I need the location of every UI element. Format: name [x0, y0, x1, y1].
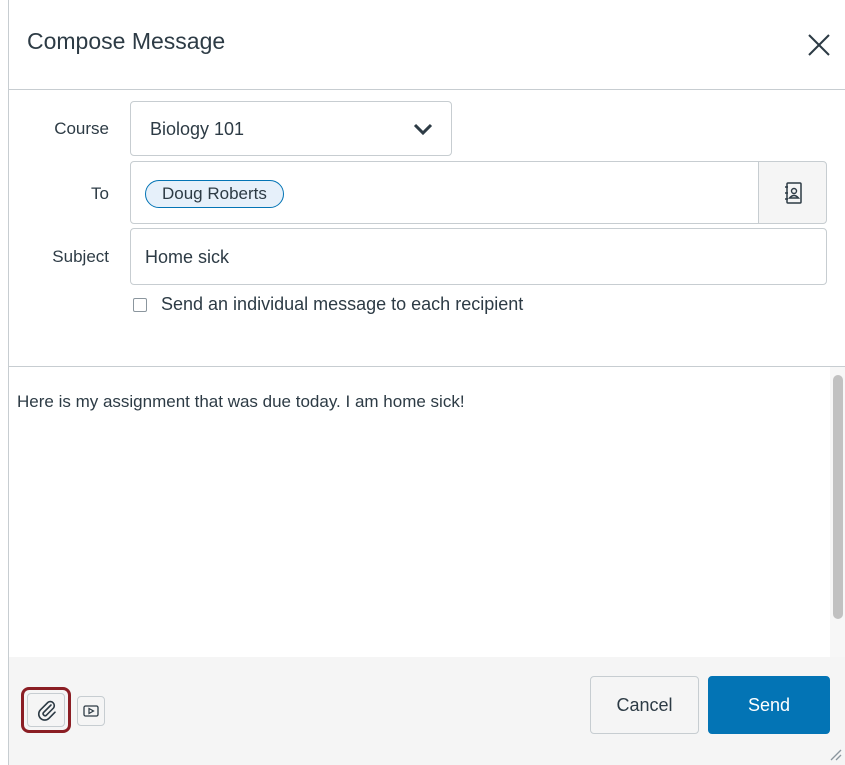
address-book-icon	[785, 182, 802, 204]
attach-file-button-inner[interactable]	[27, 693, 65, 727]
media-button[interactable]	[77, 696, 105, 726]
address-book-button[interactable]	[758, 161, 827, 224]
course-select[interactable]: Biology 101	[130, 101, 452, 156]
dialog-header: Compose Message	[9, 0, 845, 90]
paperclip-icon	[38, 700, 56, 721]
cancel-button[interactable]: Cancel	[590, 676, 699, 734]
subject-input[interactable]: Home sick	[130, 228, 827, 285]
recipient-token[interactable]: Doug Roberts	[145, 180, 284, 208]
message-body-text[interactable]: Here is my assignment that was due today…	[17, 392, 465, 412]
subject-label: Subject	[52, 247, 109, 266]
chevron-down-icon	[413, 123, 433, 136]
dialog-title: Compose Message	[27, 28, 226, 54]
individual-message-label[interactable]: Send an individual message to each recip…	[161, 294, 523, 315]
scrollbar-thumb[interactable]	[833, 375, 843, 619]
message-body-area[interactable]: Here is my assignment that was due today…	[9, 366, 845, 658]
attach-file-button[interactable]	[21, 687, 71, 733]
send-button[interactable]: Send	[708, 676, 830, 734]
media-icon	[83, 705, 99, 717]
course-select-value: Biology 101	[150, 119, 245, 139]
to-label: To	[91, 184, 109, 203]
subject-value: Home sick	[145, 247, 230, 267]
compose-message-dialog: Compose Message Course Biology 101 To Do…	[8, 0, 845, 765]
recipients-input[interactable]: Doug Roberts	[130, 161, 759, 224]
course-label: Course	[54, 119, 109, 138]
dialog-footer: Cancel Send	[9, 657, 845, 765]
resize-handle-icon[interactable]	[828, 747, 842, 761]
individual-message-checkbox[interactable]	[133, 298, 147, 312]
scrollbar-track[interactable]	[830, 367, 845, 657]
close-button[interactable]	[804, 30, 834, 60]
close-icon	[808, 34, 830, 56]
